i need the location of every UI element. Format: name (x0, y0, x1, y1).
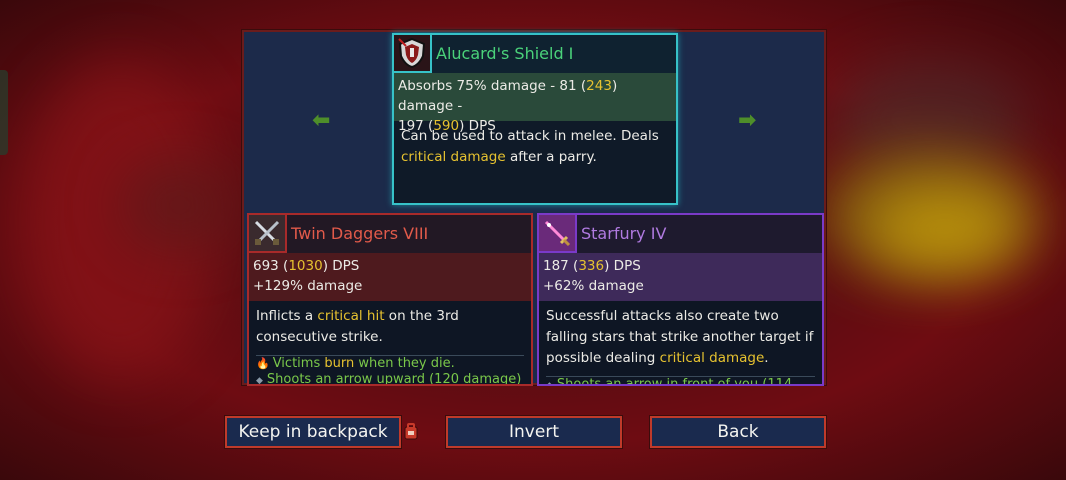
background-blur (120, 160, 240, 250)
left-item-header: Twin Daggers VIII (249, 215, 531, 253)
desc-highlight: critical damage (401, 149, 506, 165)
equipped-item-card-left[interactable]: Twin Daggers VIII 693 (1030) DPS +129% d… (247, 213, 533, 386)
backpack-icon (404, 423, 418, 440)
crossed-daggers-icon (249, 215, 287, 253)
keep-in-backpack-button[interactable]: Keep in backpack (224, 415, 402, 449)
left-item-description: Inflicts a critical hit on the 3rd conse… (249, 301, 531, 353)
diamond-bullet-icon: ◆ (546, 381, 553, 386)
right-item-header: Starfury IV (539, 215, 822, 253)
star-sword-icon (539, 215, 577, 253)
equipped-item-card-right[interactable]: Starfury IV 187 (336) DPS +62% damage Su… (537, 213, 824, 386)
stat-text: 693 ( (253, 258, 289, 274)
right-item-affixes: ◆ Shoots an arrow in front of you (114 (539, 377, 822, 386)
new-item-name: Alucard's Shield I (436, 44, 574, 63)
arrow-right-icon[interactable]: ➡ (738, 108, 756, 133)
stat-value: 1030 (288, 258, 323, 274)
desc-text: Inflicts a (256, 308, 318, 324)
desc-highlight: critical hit (317, 308, 385, 324)
arrow-left-icon[interactable]: ⬅ (312, 108, 330, 133)
stat-bonus: +62% damage (543, 278, 644, 294)
affix-line: 🔥 Victims burn when they die. (256, 356, 524, 372)
affix-text: Victims (272, 356, 325, 371)
affix-highlight: burn (324, 356, 355, 371)
affix-text: Shoots an arrow in front of you (114 (556, 377, 793, 386)
left-item-stats: 693 (1030) DPS +129% damage (249, 253, 531, 301)
stat-text: Absorbs 75% damage - 81 ( (398, 78, 587, 94)
affix-text: Shoots an arrow upward (120 damage) (266, 372, 522, 386)
affix-line: ◆ Shoots an arrow upward (120 damage) (256, 372, 524, 386)
desc-text: Can be used to attack in melee. Deals (401, 128, 659, 144)
right-item-stats: 187 (336) DPS +62% damage (539, 253, 822, 301)
stat-text: ) DPS (604, 258, 641, 274)
desc-highlight: critical damage (659, 350, 765, 366)
right-item-name: Starfury IV (581, 224, 667, 243)
desc-text: after a parry. (505, 149, 597, 165)
side-menu-tab[interactable] (0, 70, 8, 155)
diamond-bullet-icon: ◆ (256, 376, 263, 386)
stat-text: 187 ( (543, 258, 579, 274)
stat-value: 243 (586, 78, 612, 94)
right-item-description: Successful attacks also create two falli… (539, 301, 822, 374)
affix-line: ◆ Shoots an arrow in front of you (114 (546, 377, 815, 386)
invert-button[interactable]: Invert (445, 415, 623, 449)
stat-text: ) DPS (322, 258, 360, 274)
back-button[interactable]: Back (649, 415, 827, 449)
shield-icon (394, 35, 432, 73)
fire-icon: 🔥 (256, 357, 270, 370)
new-item-stats: Absorbs 75% damage - 81 (243) damage - 1… (394, 73, 676, 134)
stat-value: 336 (578, 258, 605, 274)
affix-text: when they die. (354, 356, 455, 371)
left-item-name: Twin Daggers VIII (291, 224, 429, 243)
new-item-header: Alucard's Shield I (394, 35, 676, 73)
background-blur (870, 190, 1020, 270)
new-item-description: Can be used to attack in melee. Deals cri… (394, 121, 676, 173)
new-item-card: Alucard's Shield I Absorbs 75% damage - … (392, 33, 678, 205)
desc-text: . (764, 350, 769, 366)
left-item-affixes: 🔥 Victims burn when they die. ◆ Shoots an … (249, 356, 531, 386)
stat-bonus: +129% damage (253, 278, 363, 294)
